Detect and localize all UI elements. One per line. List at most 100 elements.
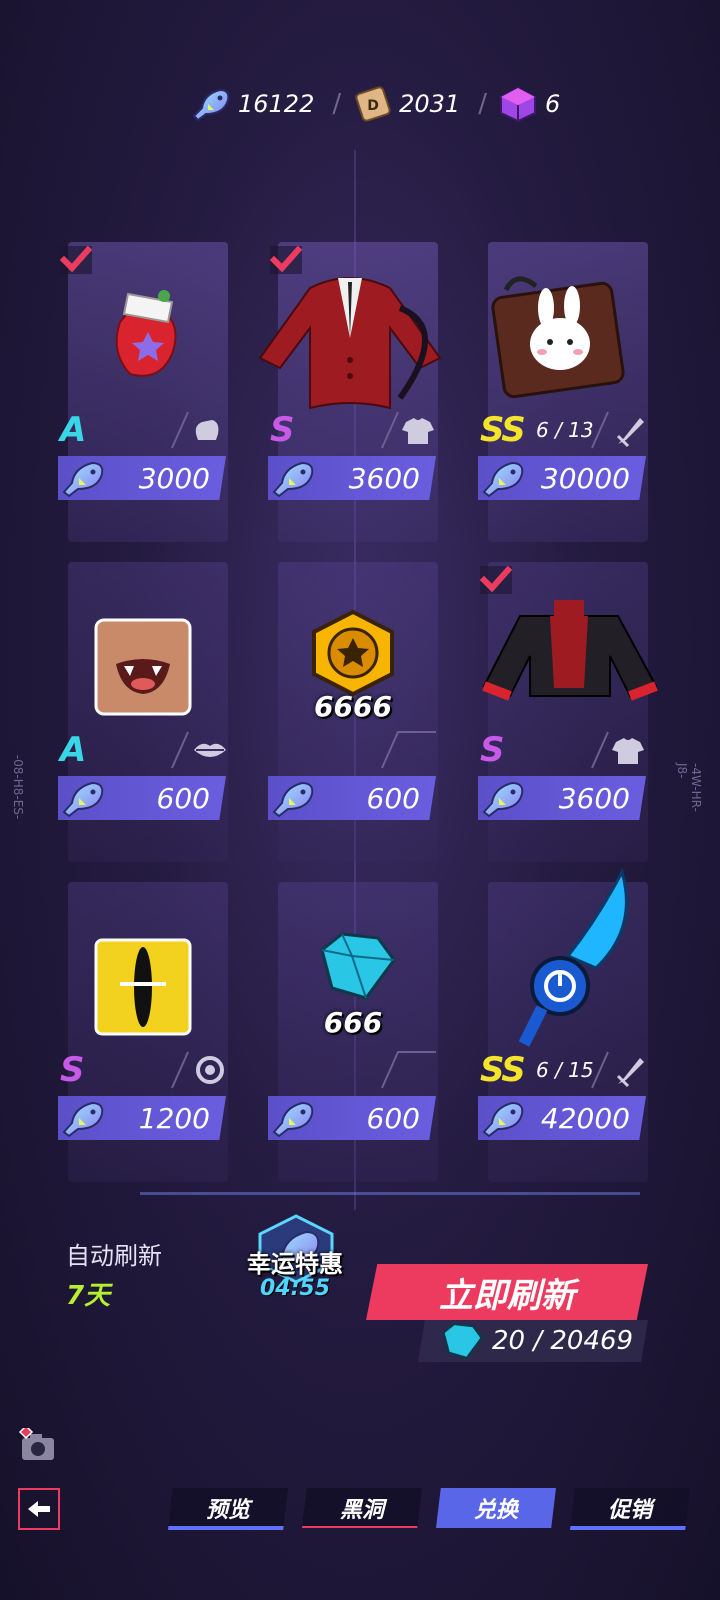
rank-label: S [60, 1050, 84, 1090]
cube-count: 6 [544, 90, 561, 118]
cat-eye-icon [94, 938, 192, 1036]
rank-label: SS [480, 410, 526, 450]
lucky-deal-timer: 04:55 [259, 1276, 331, 1301]
fish-icon [270, 1098, 316, 1138]
price-value: 600 [366, 1102, 420, 1135]
shirt-icon [591, 731, 644, 769]
tab-preview[interactable]: 预览 [168, 1488, 288, 1530]
price-value: 600 [366, 782, 420, 815]
shop-item-9[interactable]: SS 6 / 15 42000 [478, 868, 648, 1182]
price-value: 3000 [138, 462, 210, 495]
dice-count: 2031 [399, 90, 461, 118]
bottom-divider [140, 1192, 640, 1195]
price-tag[interactable]: 600 [58, 776, 226, 820]
item-quantity: 6666 [314, 690, 392, 723]
rank-label: A [60, 410, 86, 450]
shop-item-6[interactable]: S 3600 [478, 562, 658, 862]
shop-item-7[interactable]: S 1200 [58, 882, 228, 1182]
item-quantity: 666 [323, 1006, 383, 1039]
separator: / [332, 89, 342, 119]
glove-icon [171, 411, 219, 449]
fish-icon [480, 458, 526, 498]
collection-count: 6 / 15 [536, 1058, 594, 1082]
fish-icon [480, 1098, 526, 1138]
shop-item-2[interactable]: S 3600 [258, 242, 442, 542]
tab-exchange[interactable]: 兑换 [436, 1488, 556, 1528]
rank-label: SS [480, 1050, 526, 1090]
empty-type-slot [381, 1051, 436, 1089]
refresh-cost: 20 / 20469 [418, 1320, 648, 1362]
owned-check-icon [478, 564, 514, 596]
sword-icon [591, 411, 644, 449]
lucky-deal-button[interactable]: 幸运特惠 04:55 [222, 1214, 368, 1314]
rank-label: S [480, 730, 504, 770]
auto-refresh-info: 自动刷新 7天 [66, 1236, 162, 1312]
camera-icon[interactable] [18, 1428, 58, 1464]
price-tag[interactable]: 3600 [268, 456, 436, 500]
price-tag[interactable]: 42000 [478, 1096, 646, 1140]
lips-icon [171, 731, 226, 769]
currency-bar: 16122 / D 2031 / 6 [190, 82, 560, 126]
tab-blackhole[interactable]: 黑洞 [302, 1488, 422, 1528]
dice-icon: D [355, 86, 391, 122]
rank-label: S [270, 410, 294, 450]
fish-icon [270, 778, 316, 818]
refresh-now-button[interactable]: 立即刷新 [366, 1264, 648, 1320]
fish-icon [60, 1098, 106, 1138]
shop-item-3[interactable]: SS 6 / 13 30000 [478, 242, 648, 542]
red-suit-icon [258, 277, 442, 410]
owned-check-icon [58, 244, 94, 276]
tab-promo[interactable]: 促销 [570, 1488, 690, 1530]
price-tag[interactable]: 1200 [58, 1096, 226, 1140]
price-value: 42000 [540, 1102, 630, 1135]
fish-icon [60, 778, 106, 818]
shop-item-4[interactable]: A 600 [58, 562, 228, 862]
sword-icon [591, 1051, 644, 1089]
gold-coin-icon [312, 609, 394, 697]
price-value: 1200 [138, 1102, 210, 1135]
neon-knife-icon [518, 868, 628, 1047]
price-tag[interactable]: 3600 [478, 776, 646, 820]
price-value: 600 [156, 782, 210, 815]
diamond-icon [442, 1323, 483, 1360]
side-code-right: -4W-HR-J8- [675, 763, 703, 812]
price-value: 3600 [558, 782, 630, 815]
auto-refresh-label: 自动刷新 [66, 1242, 162, 1270]
lucky-deal-title: 幸运特惠 [247, 1250, 343, 1278]
auto-refresh-days: 7天 [66, 1281, 111, 1311]
fish-icon [480, 778, 526, 818]
back-button[interactable] [18, 1488, 60, 1530]
svg-text:D: D [367, 98, 379, 114]
separator: / [478, 89, 487, 119]
cube-icon [499, 86, 536, 122]
cube-currency: 6 [497, 86, 560, 122]
price-value: 30000 [540, 462, 630, 495]
fish-count: 16122 [238, 90, 315, 118]
shop-item-5[interactable]: 6666 600 [268, 562, 438, 862]
fish-icon [60, 458, 106, 498]
shop-item-8[interactable]: 666 600 [268, 882, 438, 1182]
fish-icon [192, 88, 230, 122]
price-tag[interactable]: 30000 [478, 456, 646, 500]
ring-icon [171, 1051, 224, 1089]
price-tag[interactable]: 600 [268, 1096, 436, 1140]
dice-currency: D 2031 [351, 86, 460, 122]
rank-label: A [60, 730, 86, 770]
arrow-left-icon [28, 1501, 50, 1517]
price-tag[interactable]: 3000 [58, 456, 226, 500]
black-jacket-icon [482, 600, 658, 701]
shop-item-1[interactable]: A 3000 [58, 242, 228, 542]
diamond-icon [320, 932, 396, 1000]
mitten-icon [115, 290, 177, 377]
side-code-left: -08-H8-ES- [11, 754, 26, 820]
shirt-icon [381, 411, 434, 449]
price-value: 3600 [348, 462, 420, 495]
collection-count: 6 / 13 [536, 418, 594, 442]
fang-mouth-icon [94, 618, 192, 716]
fish-currency: 16122 [190, 86, 314, 122]
empty-type-slot [381, 731, 436, 769]
fish-icon [270, 458, 316, 498]
refresh-cost-value: 20 / 20469 [492, 1326, 634, 1356]
bunny-bag-icon [491, 276, 625, 399]
price-tag[interactable]: 600 [268, 776, 436, 820]
